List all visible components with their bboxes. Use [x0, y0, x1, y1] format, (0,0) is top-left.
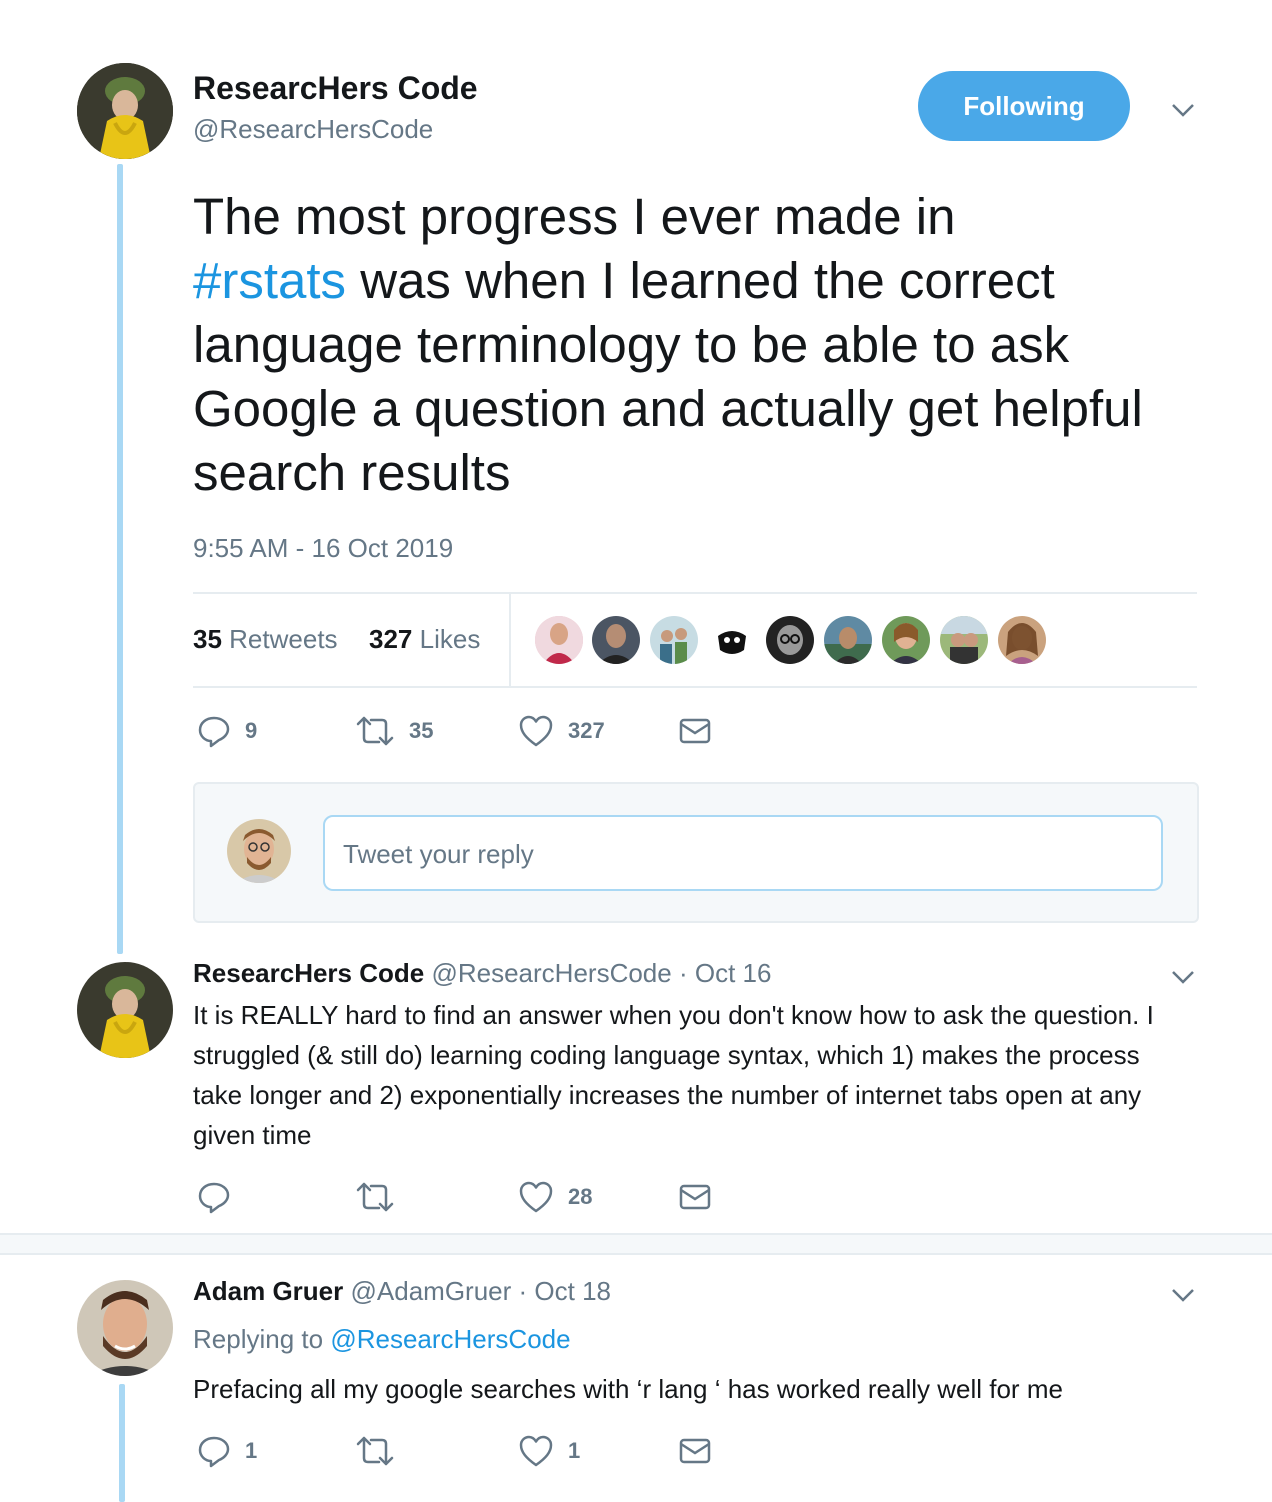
- retweet-action[interactable]: [355, 1434, 395, 1468]
- retweet-action[interactable]: 35: [355, 714, 433, 748]
- liker-avatar[interactable]: [650, 616, 698, 664]
- liker-avatar[interactable]: [882, 616, 930, 664]
- liker-avatars: [535, 616, 1055, 666]
- section-separator-inner: [0, 1235, 1272, 1253]
- reply-placeholder: Tweet your reply: [343, 839, 534, 869]
- liker-avatar[interactable]: [940, 616, 988, 664]
- message-action[interactable]: [678, 1182, 712, 1212]
- following-button[interactable]: Following: [918, 71, 1130, 141]
- retweets-label: Retweets: [229, 624, 338, 654]
- envelope-icon: [678, 1182, 712, 1212]
- replying-label: Replying to: [193, 1324, 324, 1354]
- envelope-icon: [678, 1436, 712, 1466]
- hashtag-link[interactable]: #rstats: [193, 252, 346, 309]
- like-action[interactable]: 1: [518, 1434, 580, 1468]
- retweet-icon: [355, 1434, 395, 1468]
- message-action[interactable]: [678, 1436, 712, 1466]
- liker-avatar[interactable]: [708, 616, 756, 664]
- reply-text: It is REALLY hard to find an answer when…: [193, 1000, 1154, 1150]
- like-action[interactable]: 28: [518, 1180, 592, 1214]
- like-count: 1: [568, 1438, 581, 1463]
- liker-avatar[interactable]: [998, 616, 1046, 664]
- vertical-divider: [509, 594, 511, 686]
- thread-line: [119, 1384, 125, 1502]
- reply-header: Adam Gruer @AdamGruer · Oct 18: [193, 1276, 611, 1307]
- author-handle[interactable]: @ResearcHersCode: [431, 958, 671, 988]
- reply-count: 9: [245, 718, 258, 743]
- reply-icon: [197, 1180, 231, 1214]
- retweet-icon: [355, 1180, 395, 1214]
- retweet-icon: [355, 714, 395, 748]
- replying-to: Replying to @ResearcHersCode: [193, 1324, 571, 1355]
- chevron-down-icon[interactable]: [1168, 95, 1198, 125]
- reply-count: 1: [245, 1438, 258, 1463]
- replying-handle-link[interactable]: @ResearcHersCode: [330, 1324, 570, 1354]
- divider: [193, 592, 1197, 594]
- reply-text: Prefacing all my google searches with ‘r…: [193, 1374, 1063, 1404]
- liker-avatar[interactable]: [592, 616, 640, 664]
- author-name[interactable]: ResearcHers Code: [193, 958, 424, 988]
- author-name[interactable]: Adam Gruer: [193, 1276, 343, 1306]
- like-action[interactable]: 327: [518, 714, 605, 748]
- reply-icon: [197, 714, 231, 748]
- chevron-down-icon[interactable]: [1168, 962, 1198, 992]
- author-avatar[interactable]: [77, 1280, 173, 1376]
- retweets-stat[interactable]: 35 Retweets: [193, 624, 338, 655]
- reply-date[interactable]: · Oct 16: [679, 958, 771, 988]
- author-avatar[interactable]: [77, 63, 173, 159]
- reply-input[interactable]: Tweet your reply: [323, 815, 1163, 891]
- tweet-text-prefix: The most progress I ever made in: [193, 188, 956, 245]
- divider: [193, 686, 1197, 688]
- liker-avatar[interactable]: [535, 616, 583, 664]
- reply-date[interactable]: · Oct 18: [519, 1276, 611, 1306]
- author-handle[interactable]: @ResearcHersCode: [193, 114, 433, 145]
- thread-line: [117, 164, 123, 954]
- heart-icon: [518, 1180, 554, 1214]
- likes-label: Likes: [419, 624, 481, 654]
- likes-count: 327: [369, 624, 413, 654]
- retweets-count: 35: [193, 624, 222, 654]
- like-count: 327: [568, 718, 605, 743]
- liker-avatar[interactable]: [824, 616, 872, 664]
- current-user-avatar[interactable]: [227, 819, 291, 883]
- heart-icon: [518, 1434, 554, 1468]
- likes-stat[interactable]: 327 Likes: [369, 624, 480, 655]
- tweet-timestamp[interactable]: 9:55 AM - 16 Oct 2019: [193, 533, 453, 564]
- like-count: 28: [568, 1184, 593, 1209]
- reply-icon: [197, 1434, 231, 1468]
- reply-action[interactable]: [197, 1180, 231, 1214]
- tweet-text: The most progress I ever made in #rstats…: [193, 185, 1183, 505]
- message-action[interactable]: [678, 716, 712, 746]
- following-label: Following: [963, 90, 1085, 121]
- chevron-down-icon[interactable]: [1168, 1280, 1198, 1310]
- retweet-action[interactable]: [355, 1180, 395, 1214]
- retweet-count: 35: [409, 718, 434, 743]
- reply-action[interactable]: 1: [197, 1434, 257, 1468]
- envelope-icon: [678, 716, 712, 746]
- liker-avatar[interactable]: [766, 616, 814, 664]
- author-handle[interactable]: @AdamGruer: [351, 1276, 512, 1306]
- reply-action[interactable]: 9: [197, 714, 257, 748]
- reply-header: ResearcHers Code @ResearcHersCode · Oct …: [193, 958, 771, 989]
- author-avatar[interactable]: [77, 962, 173, 1058]
- heart-icon: [518, 714, 554, 748]
- author-name[interactable]: ResearcHers Code: [193, 70, 478, 107]
